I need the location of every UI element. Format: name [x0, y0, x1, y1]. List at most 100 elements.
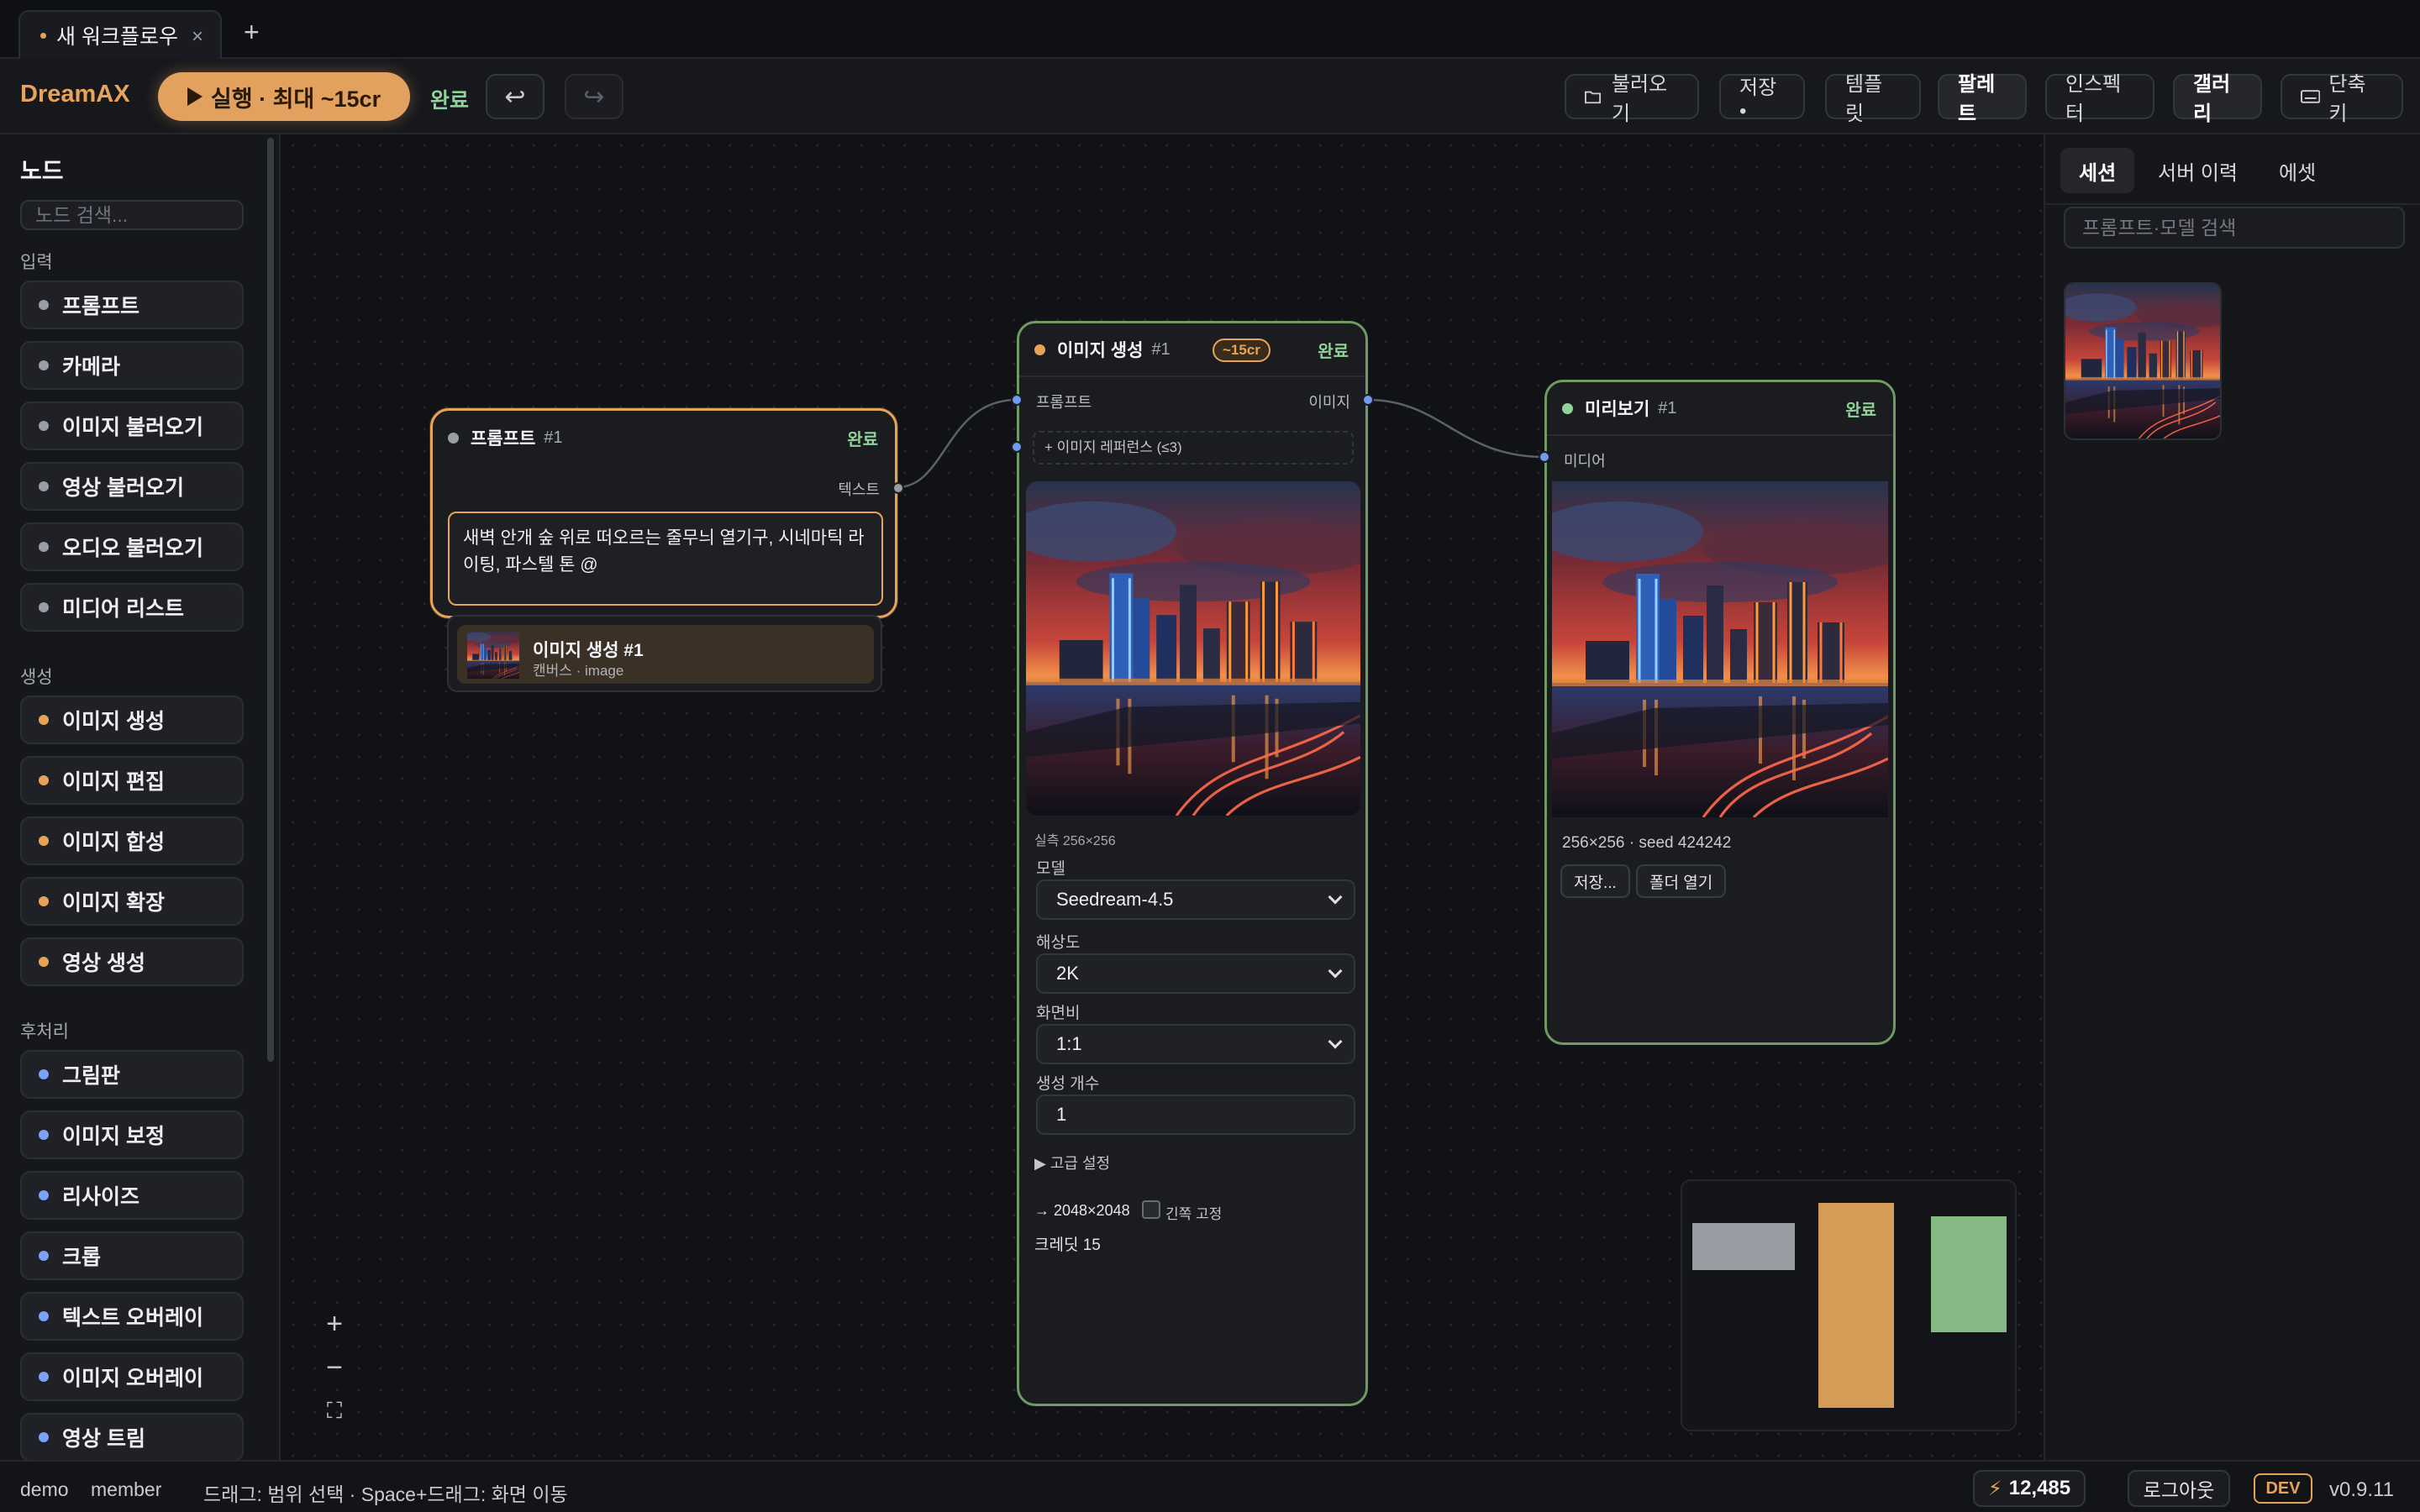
sidebar-item-video-trim[interactable]: 영상 트림 — [20, 1413, 244, 1460]
add-image-reference[interactable]: + 이미지 레퍼런스 (≤3) — [1033, 431, 1354, 465]
undo-icon[interactable]: ↩ — [486, 74, 544, 119]
sidebar-item-audio-load[interactable]: 오디오 불러오기 — [20, 522, 244, 571]
advanced-settings-toggle[interactable]: ▶ 고급 설정 — [1034, 1152, 1110, 1173]
sidebar-item-image-extend[interactable]: 이미지 확장 — [20, 877, 244, 926]
gen-input-port[interactable] — [1011, 394, 1023, 406]
prompt-node[interactable]: 프롬프트 #1 완료 텍스트 새벽 안개 숲 위로 떠오르는 줄무늬 열기구, … — [430, 408, 897, 618]
zoom-out-icon[interactable]: − — [313, 1346, 356, 1389]
node-dot-icon — [39, 602, 49, 612]
node-dot-icon — [39, 836, 49, 846]
sidebar-item-media-list[interactable]: 미디어 리스트 — [20, 583, 244, 632]
save-image-button[interactable]: 저장... — [1560, 864, 1630, 898]
tab-bar: 새 워크플로우 × + — [0, 0, 2420, 59]
logout-button[interactable]: 로그아웃 — [2128, 1470, 2230, 1507]
credit-cost: 크레딧 15 — [1034, 1236, 1101, 1254]
palette-button[interactable]: 팔레트 — [1938, 73, 2027, 125]
sidebar-section-input: 입력 — [20, 253, 53, 272]
mention-suggest-item[interactable]: 이미지 생성 #1 캔버스 · image — [457, 625, 874, 684]
sidebar-item-label: 크롭 — [62, 1246, 102, 1269]
count-input[interactable]: 1 — [1036, 1095, 1355, 1135]
image-gen-node[interactable]: 이미지 생성 #1 ~15cr 완료 프롬프트 이미지 + 이미지 레퍼런스 (… — [1017, 321, 1368, 1406]
aspect-ratio-value: 1:1 — [1056, 1033, 1082, 1054]
model-select[interactable]: Seedream-4.5 — [1036, 879, 1355, 920]
minimap-gen-node — [1818, 1203, 1894, 1408]
preview-node-title: 미리보기 — [1585, 400, 1650, 419]
sidebar-item-crop[interactable]: 크롭 — [20, 1231, 244, 1280]
output-size: → 2048×2048 — [1034, 1202, 1130, 1219]
resolution-select[interactable]: 2K — [1036, 953, 1355, 994]
sidebar-item-camera[interactable]: 카메라 — [20, 341, 244, 390]
node-dot-icon — [39, 1069, 49, 1079]
resolution-value: 2K — [1056, 963, 1079, 984]
preview-node-header[interactable]: 미리보기 #1 완료 — [1547, 382, 1893, 436]
sidebar-item-resize[interactable]: 리사이즈 — [20, 1171, 244, 1220]
sidebar-item-label: 이미지 합성 — [62, 831, 165, 854]
minimap[interactable] — [1681, 1179, 2017, 1431]
node-dot-icon — [39, 957, 49, 967]
tab-workflow[interactable]: 새 워크플로우 × — [18, 10, 222, 59]
sidebar-item-image-adjust[interactable]: 이미지 보정 — [20, 1110, 244, 1159]
sidebar-item-label: 카메라 — [62, 355, 121, 379]
sidebar-item-image-overlay[interactable]: 이미지 오버레이 — [20, 1352, 244, 1401]
inspector-button[interactable]: 인스펙터 — [2045, 73, 2154, 125]
gen-reference-port[interactable] — [1011, 441, 1023, 453]
node-dot-icon — [39, 1130, 49, 1140]
tab-session[interactable]: 세션 — [2060, 148, 2135, 193]
sidebar-item-label: 이미지 보정 — [62, 1125, 165, 1148]
redo-icon[interactable]: ↪ — [565, 74, 623, 119]
run-button[interactable]: 실행 · 최대 ~15cr — [158, 72, 410, 121]
workflow-canvas[interactable]: 프롬프트 #1 완료 텍스트 새벽 안개 숲 위로 떠오르는 줄무늬 열기구, … — [282, 134, 2044, 1460]
node-dot-icon — [39, 360, 49, 370]
model-label: 모델 — [1036, 860, 1065, 878]
prompt-output-port[interactable] — [892, 482, 904, 494]
aspect-ratio-select[interactable]: 1:1 — [1036, 1024, 1355, 1064]
node-dot-icon — [39, 1251, 49, 1261]
tab-assets[interactable]: 에셋 — [2260, 148, 2334, 193]
sidebar-item-image-load[interactable]: 이미지 불러오기 — [20, 402, 244, 450]
prompt-textarea[interactable]: 새벽 안개 숲 위로 떠오르는 줄무늬 열기구, 시네마틱 라이팅, 파스텔 톤… — [448, 512, 883, 606]
sidebar-item-video-load[interactable]: 영상 불러오기 — [20, 462, 244, 511]
preview-input-port[interactable] — [1539, 451, 1550, 463]
sidebar-item-prompt[interactable]: 프롬프트 — [20, 281, 244, 329]
preview-image[interactable] — [1552, 481, 1888, 817]
sidebar-item-text-overlay[interactable]: 텍스트 오버레이 — [20, 1292, 244, 1341]
gen-node-title: 이미지 생성 — [1057, 341, 1144, 360]
preview-info: 256×256 · seed 424242 — [1562, 834, 1732, 852]
close-icon[interactable]: × — [192, 25, 203, 49]
open-folder-button[interactable]: 폴더 열기 — [1636, 864, 1727, 898]
sidebar-title: 노드 — [20, 158, 64, 184]
gallery-button[interactable]: 갤러리 — [2173, 73, 2262, 125]
gallery-thumbnail[interactable] — [2064, 282, 2222, 440]
sidebar-item-label: 이미지 확장 — [62, 891, 165, 915]
node-search-input[interactable]: 노드 검색... — [20, 200, 244, 230]
sidebar-scrollbar[interactable] — [267, 138, 274, 1062]
shortcut-button-label: 단축키 — [2328, 73, 2366, 125]
prompt-node-header[interactable]: 프롬프트 #1 완료 — [433, 411, 895, 465]
shortcut-button[interactable]: 단축키 — [2281, 73, 2403, 125]
sidebar-item-video-gen[interactable]: 영상 생성 — [20, 937, 244, 986]
chevron-down-icon — [1328, 890, 1343, 905]
fit-screen-icon[interactable]: ⛶ — [313, 1389, 356, 1433]
gen-node-header[interactable]: 이미지 생성 #1 ~15cr 완료 — [1019, 323, 1365, 377]
plus-icon[interactable]: + — [244, 17, 260, 48]
model-value: Seedream-4.5 — [1056, 889, 1174, 910]
sidebar-item-image-compose[interactable]: 이미지 합성 — [20, 816, 244, 865]
fix-long-side-checkbox[interactable] — [1142, 1200, 1160, 1219]
generated-image[interactable] — [1026, 481, 1360, 816]
sidebar-item-paint[interactable]: 그림판 — [20, 1050, 244, 1099]
wire-prompt-to-gen — [897, 398, 1018, 489]
gen-output-port[interactable] — [1362, 394, 1374, 406]
open-button[interactable]: 불러오기 — [1565, 73, 1699, 125]
play-icon — [187, 87, 203, 106]
tab-server-history[interactable]: 서버 이력 — [2139, 148, 2256, 193]
sidebar-item-label: 이미지 생성 — [62, 710, 165, 733]
preview-node-number: #1 — [1658, 398, 1677, 417]
gallery-search-input[interactable]: 프롬프트·모델 검색 — [2064, 207, 2405, 249]
sidebar-item-image-edit[interactable]: 이미지 편집 — [20, 756, 244, 805]
save-button[interactable]: 저장 • — [1719, 74, 1805, 123]
template-button[interactable]: 템플릿 — [1825, 73, 1921, 125]
zoom-in-icon[interactable]: + — [313, 1302, 356, 1346]
preview-node[interactable]: 미리보기 #1 완료 미디어 256×256 · seed 424242 저장.… — [1544, 380, 1896, 1045]
node-status-dot — [1034, 344, 1045, 355]
sidebar-item-image-gen[interactable]: 이미지 생성 — [20, 696, 244, 744]
